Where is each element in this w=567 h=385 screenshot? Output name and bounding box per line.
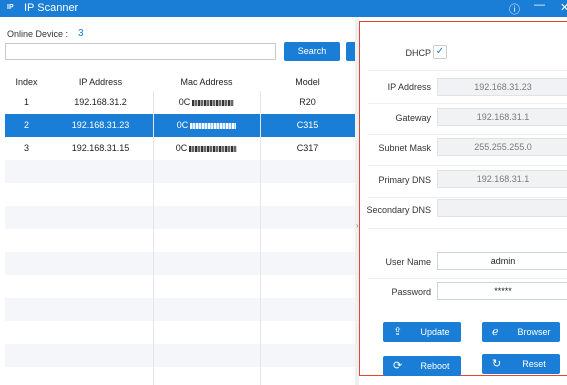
title-bar: IP IP Scanner ⓘ — ✕ [0,0,567,17]
reset-button[interactable]: ↻ Reset [482,354,560,374]
column-header-index[interactable]: Index [5,73,48,91]
row-separator [368,103,567,104]
secondary-dns-field[interactable] [437,199,567,217]
empty-row [5,206,355,229]
upload-icon: ⇪ [393,326,403,338]
cell-index: 3 [23,143,29,153]
secondary-dns-label: Secondary DNS [366,205,431,215]
online-device-count: 3 [78,28,84,39]
empty-row [5,275,355,298]
table-row[interactable]: 3 192.168.31.15 0C C317 [5,137,355,160]
row-separator [368,134,567,135]
subnet-mask-label: Subnet Mask [378,143,431,153]
app-logo: IP [7,4,14,11]
password-field[interactable]: ***** [437,282,567,300]
empty-row [5,367,355,385]
empty-row [5,321,355,344]
column-divider [260,91,261,385]
user-name-field[interactable]: admin [437,252,567,270]
cell-mac: 0C [153,114,260,137]
row-separator [368,70,567,71]
ip-address-label: IP Address [387,82,431,92]
update-button[interactable]: ⇪ Update [383,322,461,342]
app-title: IP Scanner [24,2,79,14]
cell-ip: 192.168.31.15 [71,143,130,153]
reboot-button[interactable]: ⟳ Reboot [383,356,461,376]
cell-index: 2 [23,120,29,130]
browser-icon: ℯ [492,326,499,338]
empty-row [5,183,355,206]
ip-address-field[interactable]: 192.168.31.23 [437,78,567,96]
column-header-mac[interactable]: Mac Address [153,73,260,91]
row-separator [368,278,567,279]
table-header: Index IP Address Mac Address Model [5,73,355,91]
empty-row [5,252,355,275]
table-row-selected[interactable]: 2 192.168.31.23 0C C315 [5,114,355,137]
cell-mac: 0C [153,91,260,114]
cell-model: C315 [296,120,319,130]
gateway-label: Gateway [395,113,431,123]
close-icon[interactable]: ✕ [560,1,567,14]
row-separator [368,165,567,166]
search-button[interactable]: Search [284,42,340,61]
empty-row [5,160,355,183]
row-separator [368,228,567,229]
dhcp-checkbox[interactable]: ✓ [433,45,447,59]
primary-dns-field[interactable]: 192.168.31.1 [437,170,567,188]
column-header-model[interactable]: Model [260,73,355,91]
device-list-panel: Online Device : 3 Search Index IP Addres… [0,17,355,385]
minimize-icon[interactable]: — [534,0,545,11]
empty-row [5,344,355,367]
gateway-field[interactable]: 192.168.31.1 [437,108,567,126]
table-row[interactable]: 1 192.168.31.2 0C R20 [5,91,355,114]
cell-ip: 192.168.31.2 [74,97,127,107]
browser-button[interactable]: ℯ Browser [482,322,560,342]
cell-index: 1 [23,97,29,107]
reset-icon: ↻ [492,358,502,370]
row-separator [368,197,567,198]
reboot-icon: ⟳ [393,360,403,372]
empty-row [5,298,355,321]
cell-model: R20 [299,97,316,107]
password-label: Password [391,287,431,297]
user-name-label: User Name [385,257,431,267]
dhcp-label: DHCP [405,48,431,58]
device-settings-panel: DHCP ✓ IP Address 192.168.31.23 Gateway … [359,21,567,376]
column-header-ip[interactable]: IP Address [48,73,153,91]
checkmark-icon: ✓ [435,46,445,57]
device-table: Index IP Address Mac Address Model 1 192… [5,73,355,385]
online-device-label: Online Device : [7,29,69,39]
primary-dns-label: Primary DNS [378,175,431,185]
search-input[interactable] [5,43,276,60]
info-icon[interactable]: ⓘ [509,1,520,17]
column-divider [153,91,154,385]
cell-model: C317 [296,143,319,153]
cell-mac: 0C [153,137,260,160]
subnet-mask-field[interactable]: 255.255.255.0 [437,138,567,156]
cell-ip: 192.168.31.23 [71,120,130,130]
extra-toolbar-button[interactable] [346,42,355,61]
empty-row [5,229,355,252]
